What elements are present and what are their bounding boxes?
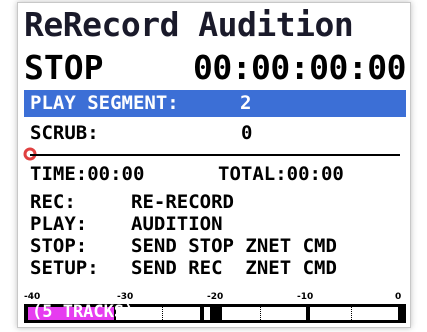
rec-key-action: RE-RECORD (131, 191, 234, 213)
time-label: TIME: (30, 163, 88, 185)
meter-tick (351, 307, 352, 320)
total-label: TOTAL: (218, 163, 287, 185)
meter-segment (204, 307, 210, 320)
stop-key-label: STOP: (30, 235, 88, 257)
time-readout: TIME:00:00 (30, 163, 144, 185)
meter-tick (260, 307, 261, 320)
transport-state: STOP (24, 48, 104, 87)
meter-scale-label: -20 (207, 292, 224, 302)
total-value: 00:00 (286, 163, 344, 185)
meter-scale-label: -10 (297, 292, 314, 302)
meter-tick (162, 307, 163, 320)
level-meter: (5 TRACKS) (24, 302, 406, 323)
transport-status: STOP 00:00:00:00 (24, 48, 407, 88)
play-segment-row[interactable]: PLAY SEGMENT: 2 (24, 90, 406, 117)
time-value: 00:00 (87, 163, 145, 185)
play-key-action: AUDITION (131, 213, 223, 235)
stop-key-action: SEND STOP ZNET CMD (131, 235, 337, 257)
screen-title: ReRecord Audition (24, 5, 354, 44)
meter-scale-label: 0 (395, 292, 402, 302)
play-key-label: PLAY: (30, 213, 88, 235)
meter-segment (222, 307, 306, 320)
play-segment-label: PLAY SEGMENT: (30, 92, 179, 114)
timecode-display: 00:00:00:00 (192, 48, 407, 87)
meter-scale-label: -30 (117, 292, 134, 302)
play-segment-value: 2 (240, 92, 252, 114)
scrub-label: SCRUB: (30, 122, 99, 144)
total-readout: TOTAL:00:00 (218, 163, 344, 185)
meter-segment (310, 307, 398, 320)
setup-key-action: SEND REC ZNET CMD (131, 257, 337, 279)
meter-scale-label: -40 (24, 292, 41, 302)
track-count-caption: (5 TRACKS) (32, 302, 135, 322)
scrub-value: 0 (241, 122, 253, 144)
rec-key-label: REC: (30, 191, 76, 213)
scrub-track[interactable] (30, 154, 400, 156)
setup-key-label: SETUP: (30, 257, 99, 279)
